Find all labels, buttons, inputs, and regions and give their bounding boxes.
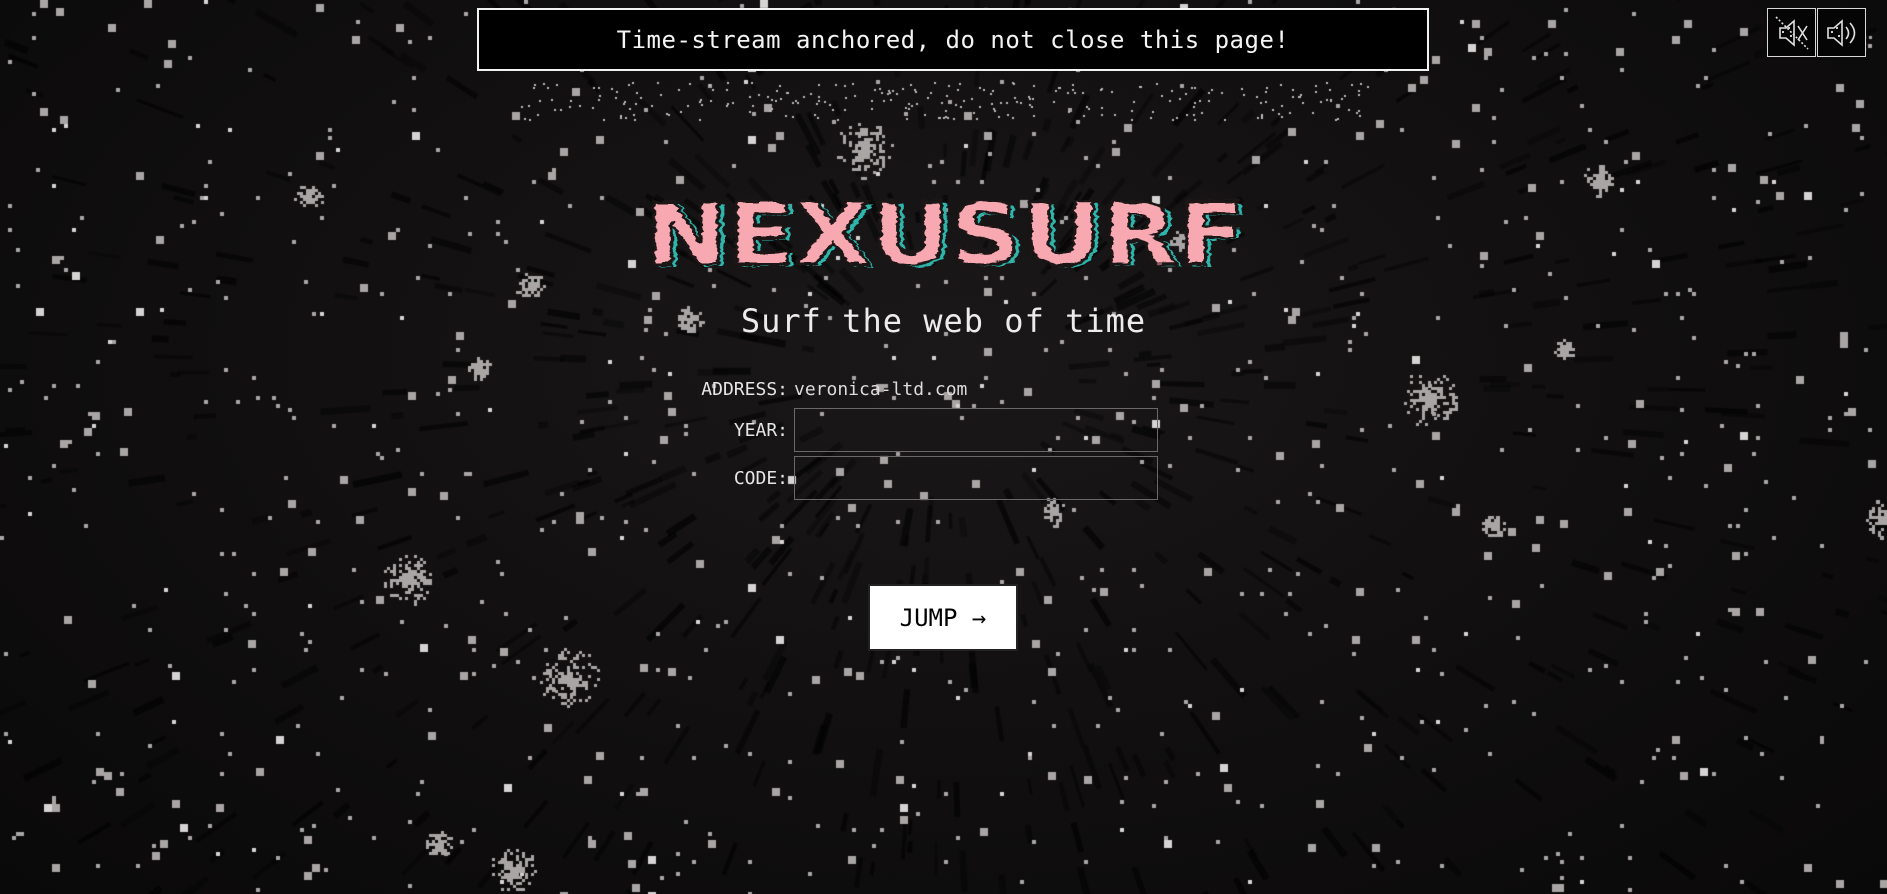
year-input[interactable] xyxy=(794,408,1158,452)
sound-on-icon xyxy=(1826,18,1855,47)
address-label: ADDRESS: xyxy=(701,378,788,400)
jump-button[interactable]: JUMP → xyxy=(868,584,1018,651)
year-row: YEAR: xyxy=(700,408,1158,452)
nexusurf-logo: NEXUSURF NEXUSURF xyxy=(644,192,1251,278)
status-banner: Time-stream anchored, do not close this … xyxy=(477,8,1429,71)
logo-outline-text: NEXUSURF xyxy=(645,192,1245,278)
tagline: Surf the web of time xyxy=(740,302,1147,340)
year-label: YEAR: xyxy=(733,419,788,441)
sound-off-icon xyxy=(1774,15,1809,50)
address-value: veronica-ltd.com xyxy=(794,378,968,400)
time-surf-page: Time-stream anchored, do not close this … xyxy=(0,0,1887,894)
sound-on-button[interactable] xyxy=(1817,8,1866,57)
jump-button-label: JUMP → xyxy=(899,603,987,632)
code-input[interactable] xyxy=(794,456,1158,500)
status-banner-text: Time-stream anchored, do not close this … xyxy=(616,25,1290,54)
code-row: CODE: xyxy=(700,456,1158,500)
sound-off-button[interactable] xyxy=(1767,8,1816,57)
address-row: ADDRESS: veronica-ltd.com xyxy=(700,377,967,401)
code-label: CODE: xyxy=(733,467,788,489)
